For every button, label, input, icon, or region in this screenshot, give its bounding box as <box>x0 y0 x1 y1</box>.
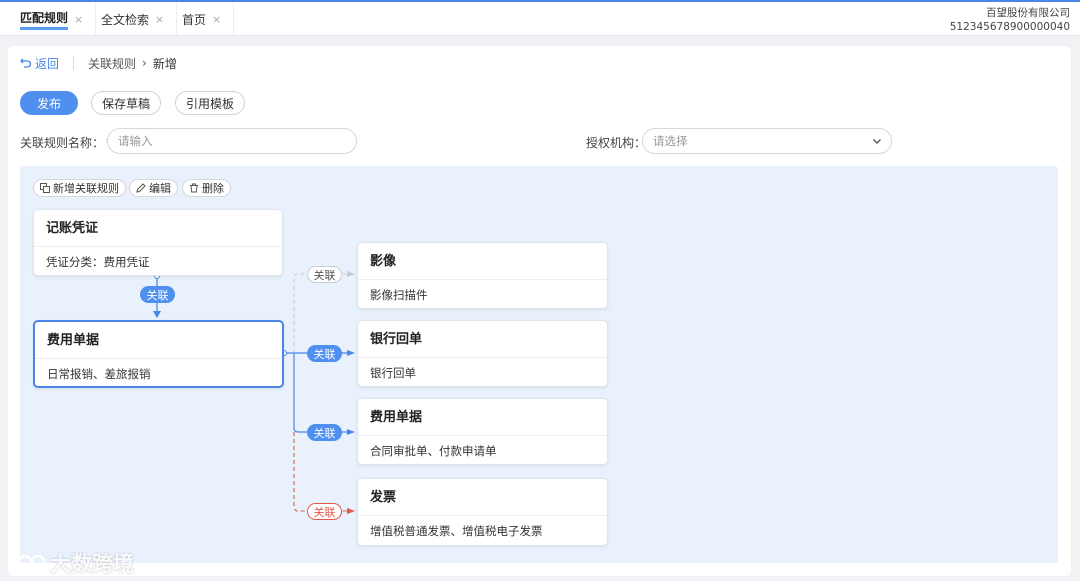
node-image-title: 影像 <box>358 243 607 280</box>
node-image[interactable]: 影像 影像扫描件 <box>357 242 608 309</box>
connector-expense2 <box>293 353 350 433</box>
node-bank-title: 银行回单 <box>358 321 607 358</box>
node-voucher-desc: 凭证分类：费用凭证 <box>46 255 150 269</box>
node-voucher-title: 记账凭证 <box>34 210 282 247</box>
link-badge[interactable]: 关联 <box>307 424 342 441</box>
link-badge[interactable]: 关联 <box>307 503 342 520</box>
connector-image <box>287 273 350 354</box>
node-expense2-title: 费用单据 <box>358 399 607 436</box>
watermark: 大数跨境 <box>12 548 134 578</box>
link-badge[interactable]: 关联 <box>140 286 175 303</box>
node-bank-desc: 银行回单 <box>370 366 416 380</box>
watermark-logo-icon <box>14 554 46 573</box>
watermark-text: 大数跨境 <box>50 552 134 576</box>
node-bank[interactable]: 银行回单 银行回单 <box>357 320 608 387</box>
arrow-head <box>347 350 355 356</box>
node-expense2-desc: 合同审批单、付款申请单 <box>370 444 497 458</box>
node-invoice-desc: 增值税普通发票、增值税电子发票 <box>370 524 543 538</box>
node-invoice-title: 发票 <box>358 479 607 516</box>
arrow-head <box>347 429 355 435</box>
node-voucher[interactable]: 记账凭证 凭证分类：费用凭证 <box>33 209 283 276</box>
node-invoice[interactable]: 发票 增值税普通发票、增值税电子发票 <box>357 478 608 546</box>
node-expense2[interactable]: 费用单据 合同审批单、付款申请单 <box>357 398 608 465</box>
node-expense-desc: 日常报销、差旅报销 <box>47 367 151 381</box>
node-expense[interactable]: 费用单据 日常报销、差旅报销 <box>33 320 284 388</box>
link-badge[interactable]: 关联 <box>307 345 342 362</box>
arrow-head <box>347 271 355 277</box>
arrow-head <box>153 311 161 318</box>
link-badge[interactable]: 关联 <box>307 266 342 283</box>
arrow-head <box>347 508 355 514</box>
node-image-desc: 影像扫描件 <box>370 288 428 302</box>
node-expense-title: 费用单据 <box>35 322 282 359</box>
connector-invoice <box>293 432 350 512</box>
